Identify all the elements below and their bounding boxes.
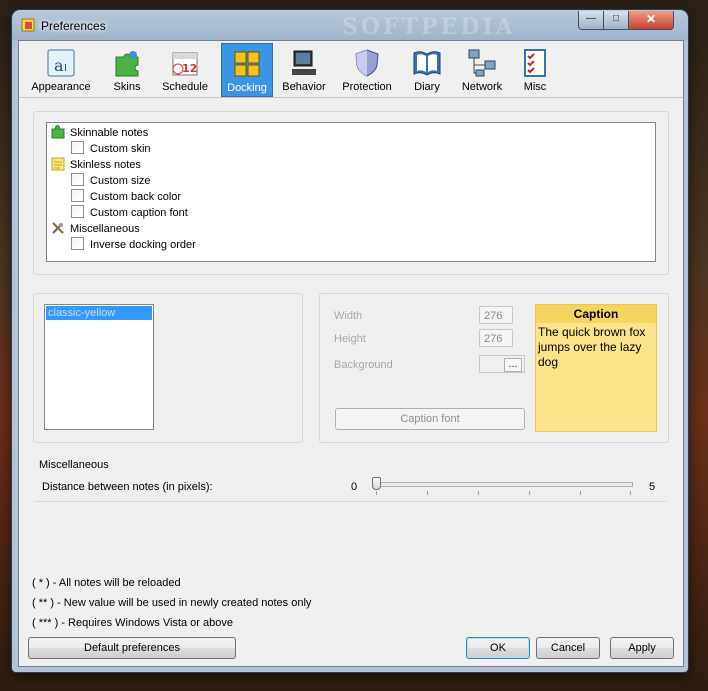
- distance-slider-thumb[interactable]: [372, 477, 381, 490]
- checkbox-box[interactable]: [71, 173, 84, 186]
- footnote-reload: ( * ) - All notes will be reloaded: [32, 577, 181, 589]
- cancel-button[interactable]: Cancel: [536, 637, 600, 659]
- title-bar[interactable]: Preferences SOFTPEDIA — □ ✕: [12, 10, 688, 40]
- checkbox-box[interactable]: [71, 205, 84, 218]
- skin-list-group: classic-yellow: [33, 293, 303, 443]
- window-title: Preferences: [41, 19, 106, 33]
- tab-schedule[interactable]: 12 Schedule: [160, 43, 210, 95]
- ok-button[interactable]: OK: [466, 637, 530, 659]
- tree-node-skinless[interactable]: Skinless notes: [51, 157, 141, 173]
- tab-skins[interactable]: Skins: [105, 43, 149, 95]
- checkbox-box[interactable]: [71, 189, 84, 202]
- distance-label: Distance between notes (in pixels):: [42, 481, 213, 493]
- slider-tick: [376, 491, 377, 495]
- width-label: Width: [334, 310, 363, 322]
- checkbox-label: Custom size: [90, 175, 151, 187]
- width-spinbox[interactable]: 276: [479, 306, 513, 324]
- checkbox-label: Custom back color: [90, 191, 182, 203]
- tab-misc[interactable]: Misc: [513, 43, 557, 95]
- network-icon: [468, 49, 496, 77]
- size-group: Width 276 Height 276 Background ... Capt…: [319, 293, 669, 443]
- default-preferences-button[interactable]: Default preferences: [28, 637, 236, 659]
- calendar-icon: 12: [172, 52, 198, 76]
- checkbox-label: Custom skin: [90, 143, 151, 155]
- background-label: Background: [334, 359, 393, 371]
- footnote-vista: ( *** ) - Requires Windows Vista or abov…: [32, 617, 233, 629]
- custom-size-checkbox[interactable]: Custom size: [71, 173, 151, 189]
- tab-network[interactable]: Network: [457, 43, 507, 95]
- skin-listbox[interactable]: classic-yellow: [44, 304, 154, 430]
- options-group: Skinnable notes Custom skin Skinless not…: [33, 111, 669, 275]
- close-button[interactable]: ✕: [628, 11, 674, 30]
- dialog-client-area: a I Appearance Skins 12 Schedule Docking…: [18, 40, 684, 667]
- slider-min-label: 0: [351, 481, 358, 493]
- caption-font-button[interactable]: Caption font: [335, 408, 525, 430]
- checkbox-label: Custom caption font: [90, 207, 188, 219]
- custom-skin-checkbox[interactable]: Custom skin: [71, 141, 151, 157]
- ellipsis-button[interactable]: ...: [504, 358, 522, 372]
- tree-label: Skinless notes: [70, 159, 141, 171]
- puzzle-icon: [51, 125, 65, 139]
- misc-group: Miscellaneous Distance between notes (in…: [33, 453, 667, 502]
- custom-back-color-checkbox[interactable]: Custom back color: [71, 189, 181, 205]
- slider-tick: [630, 491, 631, 495]
- options-tree: Skinnable notes Custom skin Skinless not…: [46, 122, 656, 262]
- docking-grid-icon: [234, 51, 260, 77]
- preview-caption: Caption: [536, 305, 656, 323]
- distance-slider-track[interactable]: [373, 482, 633, 487]
- slider-tick: [580, 491, 581, 495]
- checkbox-box[interactable]: [71, 141, 84, 154]
- app-icon: [21, 18, 35, 32]
- list-item-selected[interactable]: classic-yellow: [46, 306, 152, 320]
- puzzle-icon: [115, 51, 139, 77]
- height-label: Height: [334, 333, 366, 345]
- checkbox-label: Inverse docking order: [90, 239, 196, 251]
- misc-group-title: Miscellaneous: [39, 459, 109, 471]
- footnote-new-notes: ( ** ) - New value will be used in newly…: [32, 597, 312, 609]
- svg-text:I: I: [64, 63, 67, 74]
- checklist-icon: [524, 49, 546, 77]
- note-preview: Caption The quick brown fox jumps over t…: [535, 304, 657, 432]
- minimize-button[interactable]: —: [578, 11, 604, 30]
- tab-behavior[interactable]: Behavior: [279, 43, 329, 95]
- tree-label: Miscellaneous: [70, 223, 140, 235]
- background-color-button[interactable]: ...: [479, 355, 525, 373]
- tree-node-miscellaneous[interactable]: Miscellaneous: [51, 221, 140, 237]
- slider-tick: [478, 491, 479, 495]
- computer-icon: [292, 50, 316, 75]
- tab-appearance[interactable]: a I Appearance: [31, 43, 91, 95]
- preview-text: The quick brown fox jumps over the lazy …: [538, 325, 646, 369]
- appearance-icon: a I: [47, 49, 75, 77]
- apply-button[interactable]: Apply: [610, 637, 674, 659]
- category-toolbar: a I Appearance Skins 12 Schedule Docking…: [19, 41, 683, 98]
- tree-node-skinnable[interactable]: Skinnable notes: [51, 125, 148, 141]
- tree-label: Skinnable notes: [70, 127, 149, 139]
- checkbox-box[interactable]: [71, 237, 84, 250]
- tools-icon: [52, 222, 64, 234]
- svg-text:a: a: [54, 56, 64, 75]
- slider-tick: [529, 491, 530, 495]
- slider-max-label: 5: [649, 481, 656, 493]
- slider-tick: [427, 491, 428, 495]
- preferences-window: Preferences SOFTPEDIA — □ ✕ a I Appearan…: [12, 10, 688, 672]
- watermark: SOFTPEDIA: [342, 14, 516, 40]
- note-icon: [51, 157, 65, 171]
- shield-icon: [355, 49, 379, 77]
- tab-docking[interactable]: Docking: [221, 43, 273, 97]
- svg-text:12: 12: [182, 62, 197, 75]
- book-icon: [413, 51, 441, 76]
- tab-protection[interactable]: Protection: [339, 43, 395, 95]
- maximize-button[interactable]: □: [603, 11, 629, 30]
- tab-diary[interactable]: Diary: [407, 43, 447, 95]
- custom-caption-font-checkbox[interactable]: Custom caption font: [71, 205, 188, 221]
- height-spinbox[interactable]: 276: [479, 329, 513, 347]
- inverse-docking-checkbox[interactable]: Inverse docking order: [71, 237, 196, 253]
